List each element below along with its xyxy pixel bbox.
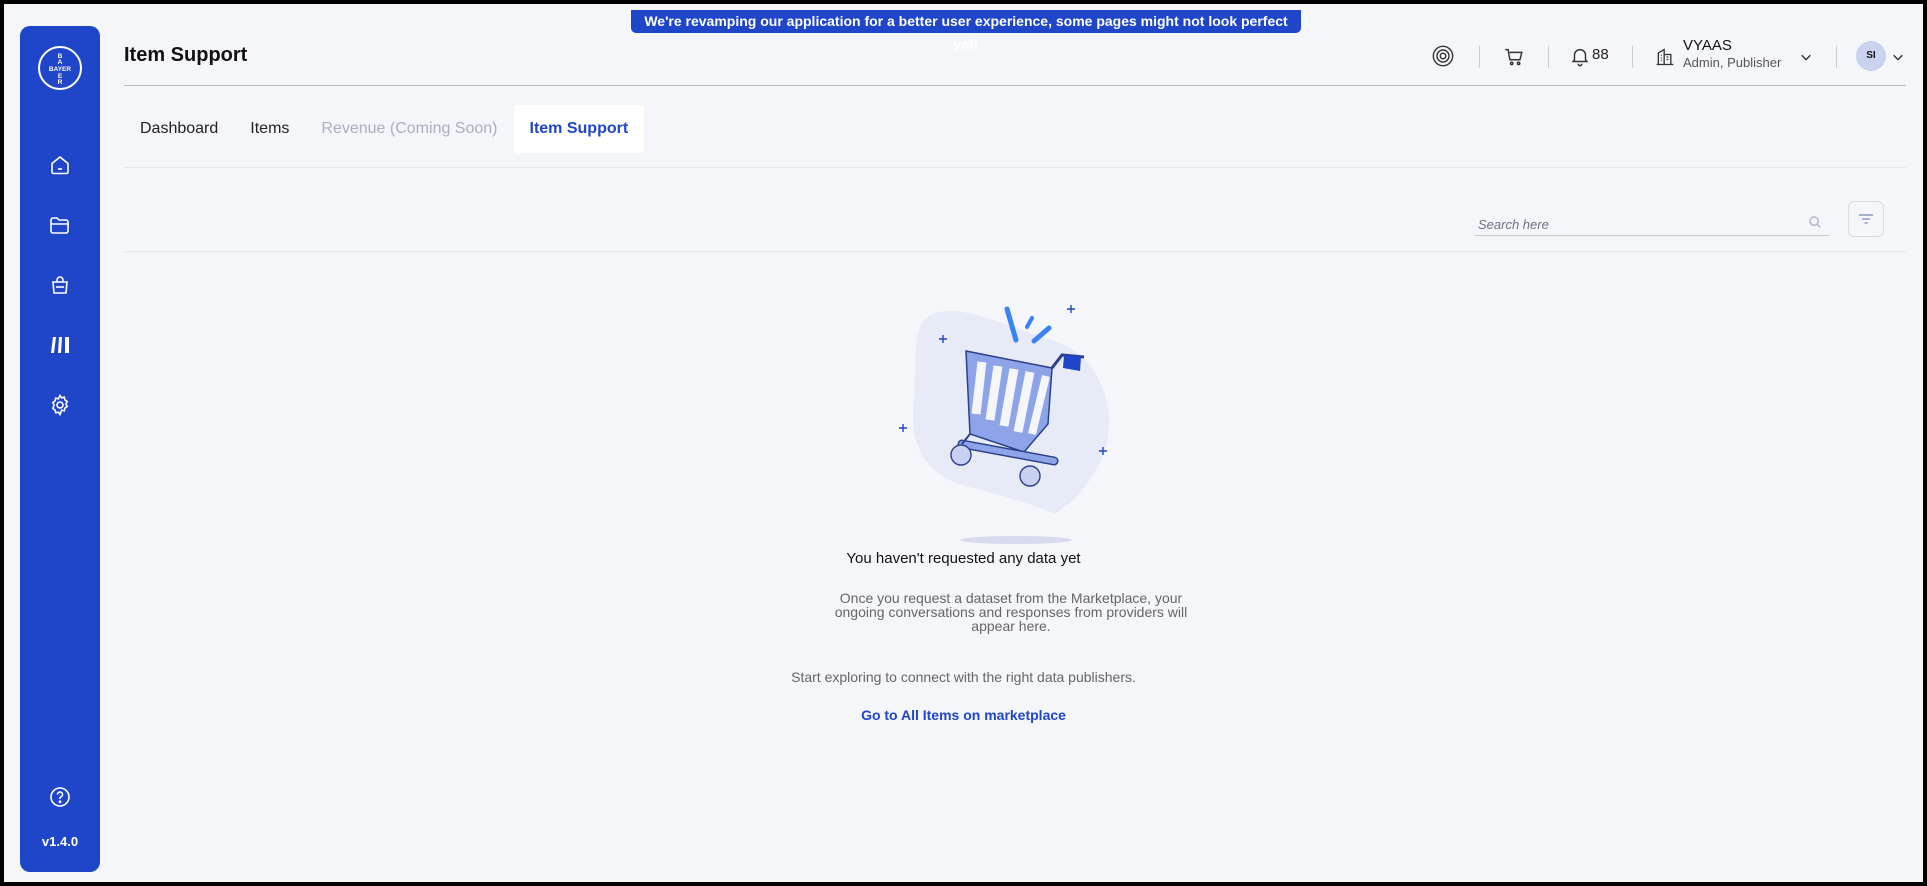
search-icon	[1809, 216, 1821, 228]
header-divider	[1836, 46, 1837, 68]
header-divider	[1479, 46, 1480, 68]
search-box	[1474, 210, 1830, 236]
page-title: Item Support	[124, 44, 248, 66]
tab-items[interactable]: Items	[234, 105, 305, 153]
user-avatar[interactable]: SI	[1856, 41, 1886, 71]
bell-icon	[1571, 48, 1589, 67]
cart-button[interactable]	[1501, 44, 1527, 70]
sidebar-item-home[interactable]	[45, 150, 75, 180]
search-button[interactable]	[1808, 215, 1822, 234]
bayer-logo[interactable]: B A BAYER E R	[38, 46, 82, 90]
home-icon	[51, 155, 69, 175]
svg-text:A: A	[58, 59, 63, 66]
tabs-divider	[124, 167, 1906, 168]
tab-dashboard[interactable]: Dashboard	[124, 105, 234, 153]
header-divider-line	[124, 85, 1906, 86]
lifebuoy-icon	[1432, 45, 1454, 67]
cart-icon	[1505, 48, 1523, 66]
organization-dropdown[interactable]	[1798, 49, 1814, 65]
tab-revenue: Revenue (Coming Soon)	[321, 120, 498, 137]
notification-count: 88	[1592, 46, 1609, 63]
user-menu-dropdown[interactable]	[1890, 49, 1906, 65]
empty-cart-illustration	[899, 305, 1109, 544]
organization-name[interactable]: VYAAS	[1683, 37, 1732, 54]
gear-icon	[51, 393, 69, 417]
header-divider	[1632, 46, 1633, 68]
svg-text:R: R	[58, 79, 63, 86]
app-version: v1.4.0	[41, 834, 79, 849]
support-button[interactable]	[1430, 43, 1456, 69]
sidebar-item-library[interactable]	[45, 330, 75, 360]
app-frame: We're revamping our application for a be…	[4, 4, 1923, 882]
sidebar-item-marketplace[interactable]	[45, 270, 75, 300]
notifications-button[interactable]	[1568, 44, 1592, 68]
shopping-bag-icon	[52, 276, 68, 294]
sidebar: B A BAYER E R v1.4.0	[20, 26, 100, 872]
empty-state-description: Once you request a dataset from the Mark…	[834, 590, 1188, 634]
chevron-down-icon	[1801, 54, 1811, 61]
empty-state-hint: Start exploring to connect with the righ…	[791, 669, 1136, 685]
sidebar-item-settings[interactable]	[45, 390, 75, 420]
go-to-marketplace-link[interactable]: Go to All Items on marketplace	[4, 707, 1923, 723]
building-icon	[1656, 48, 1674, 66]
revamp-banner: We're revamping our application for a be…	[631, 10, 1301, 52]
search-input[interactable]	[1478, 214, 1798, 234]
toolbar-divider	[124, 251, 1906, 252]
help-icon	[50, 787, 70, 807]
bayer-logo-mark: B A BAYER E R	[49, 53, 71, 86]
tab-bar: Dashboard Items Revenue (Coming Soon) It…	[124, 105, 645, 153]
svg-text:BAYER: BAYER	[49, 66, 71, 73]
help-button[interactable]	[45, 782, 75, 812]
organization-button[interactable]	[1654, 46, 1676, 68]
header-divider	[1548, 46, 1549, 68]
folder-icon	[50, 217, 69, 234]
filter-button[interactable]	[1848, 201, 1884, 237]
tab-item-support[interactable]: Item Support	[513, 105, 645, 153]
library-icon	[51, 337, 69, 353]
sidebar-item-folders[interactable]	[45, 210, 75, 240]
empty-state-title: You haven't requested any data yet	[846, 550, 1081, 567]
chevron-down-icon	[1893, 54, 1903, 61]
organization-role: Admin, Publisher	[1683, 55, 1782, 70]
filter-icon	[1859, 214, 1873, 224]
